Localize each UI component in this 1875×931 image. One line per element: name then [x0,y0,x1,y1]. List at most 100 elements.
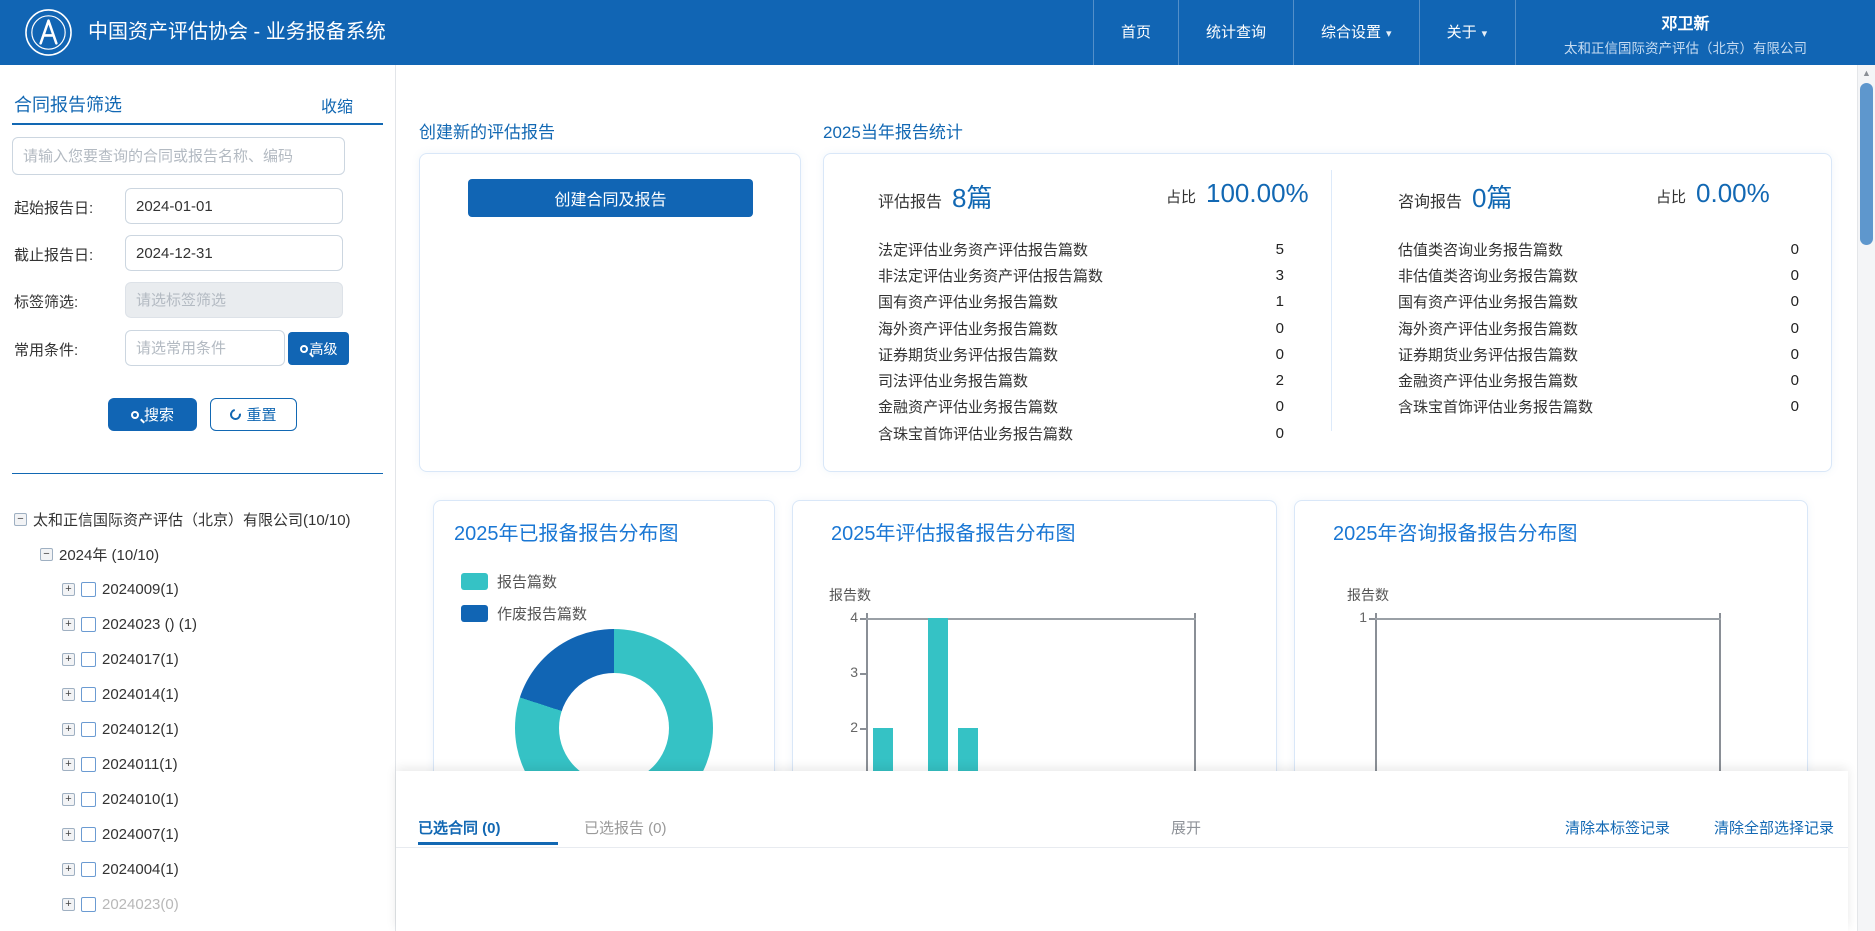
tree-node-contract[interactable]: + 2024011(1) [0,747,396,782]
stats-section-title: 2025当年报告统计 [823,118,963,143]
tree-node-contract[interactable]: + 2024010(1) [0,782,396,817]
y-tick-mark [860,728,866,730]
clear-tab-records-link[interactable]: 清除本标签记录 [1565,817,1670,838]
nav-about-dropdown[interactable]: 关于▾ [1419,0,1515,65]
stat-row: 司法评估业务报告篇数2 [878,367,1284,393]
refresh-icon [228,407,243,422]
collapse-node-icon[interactable]: − [14,513,27,526]
selection-footer-bar: 已选合同 (0) 已选报告 (0) 展开 清除本标签记录 清除全部选择记录 [396,771,1848,931]
tree-checkbox[interactable] [81,862,96,877]
tree-checkbox[interactable] [81,757,96,772]
assessment-ratio: 占比 100.00% [1166,178,1309,209]
top-gridline [1375,618,1721,620]
stat-row: 证券期货业务评估报告篇数0 [878,341,1284,367]
filter-panel-title: 合同报告筛选 [14,91,122,117]
tree-node-contract[interactable]: + 2024009(1) [0,572,396,607]
expand-node-icon[interactable]: + [62,793,75,806]
tree-node-contract[interactable]: + 2024023 () (1) [0,607,396,642]
clear-all-selection-link[interactable]: 清除全部选择记录 [1714,817,1834,838]
divider [1331,170,1332,431]
tree-checkbox[interactable] [81,827,96,842]
tree-node-contract[interactable]: + 2024004(1) [0,852,396,887]
common-condition-input[interactable] [125,330,285,366]
expand-node-icon[interactable]: + [62,583,75,596]
expand-node-icon[interactable]: + [62,723,75,736]
consulting-bar-chart-panel: 2025年咨询报备报告分布图 报告数 1 [1294,500,1808,800]
start-date-label: 起始报告日: [14,197,93,218]
user-info[interactable]: 邓卫新 太和正信国际资产评估（北京）有限公司 [1515,0,1855,65]
stat-row: 非估值类咨询业务报告篇数0 [1398,262,1799,288]
y-tick-mark [1369,618,1375,620]
tree-node-contract[interactable]: + 2024012(1) [0,712,396,747]
y-tick-label: 1 [1345,609,1367,625]
nav-home[interactable]: 首页 [1093,0,1178,65]
assessment-bar-chart-plot: 4 3 2 [793,501,1276,799]
tree-node-year[interactable]: − 2024年 (10/10) [0,537,396,572]
keyword-search-input[interactable] [12,137,345,175]
tree-node-contract-disabled[interactable]: + 2024023(0) [0,887,396,922]
end-date-input[interactable] [125,235,343,271]
tag-filter-input[interactable] [125,282,343,318]
stat-row: 法定评估业务资产评估报告篇数5 [878,236,1284,262]
y-tick-label: 2 [836,719,858,735]
cas-logo-icon [24,8,73,57]
create-contract-report-button[interactable]: 创建合同及报告 [468,179,753,217]
assessment-stat-rows: 法定评估业务资产评估报告篇数5 非法定评估业务资产评估报告篇数3 国有资产评估业… [878,236,1284,446]
reset-button[interactable]: 重置 [210,398,297,431]
stat-row: 海外资产评估业务报告篇数0 [1398,315,1799,341]
user-name: 邓卫新 [1516,10,1855,34]
search-icon [300,345,308,353]
y-tick-mark [860,673,866,675]
tree-checkbox[interactable] [81,652,96,667]
advanced-search-button[interactable]: 高级 [288,332,349,365]
contract-tree: − 太和正信国际资产评估（北京）有限公司(10/10) − 2024年 (10/… [0,502,396,922]
tree-node-contract[interactable]: + 2024017(1) [0,642,396,677]
stat-row: 金融资产评估业务报告篇数0 [878,394,1284,420]
expand-node-icon[interactable]: + [62,863,75,876]
tab-selected-contracts[interactable]: 已选合同 (0) [418,817,501,838]
tree-checkbox[interactable] [81,792,96,807]
vertical-scrollbar[interactable]: ▲ [1857,65,1875,931]
tree-checkbox[interactable] [81,897,96,912]
legend-void-report-count: 作废报告篇数 [461,603,587,624]
consulting-ratio: 占比 0.00% [1656,178,1770,209]
expand-node-icon[interactable]: + [62,898,75,911]
expand-node-icon[interactable]: + [62,758,75,771]
search-button[interactable]: 搜索 [108,398,197,431]
active-tab-underline [418,842,558,845]
tree-checkbox[interactable] [81,722,96,737]
tag-filter-label: 标签筛选: [14,291,78,312]
expand-button[interactable]: 展开 [1171,817,1201,838]
expand-node-icon[interactable]: + [62,688,75,701]
y-tick-mark [860,618,866,620]
create-report-panel: 创建合同及报告 [419,153,801,472]
header: 中国资产评估协会 - 业务报备系统 首页 统计查询 综合设置▾ 关于▾ 邓卫新 … [0,0,1875,65]
tree-node-contract[interactable]: + 2024014(1) [0,677,396,712]
tree-checkbox[interactable] [81,687,96,702]
legend-swatch [461,605,488,622]
tree-node-company[interactable]: − 太和正信国际资产评估（北京）有限公司(10/10) [0,502,396,537]
stat-row: 含珠宝首饰评估业务报告篇数0 [1398,394,1799,420]
stat-row: 海外资产评估业务报告篇数0 [878,315,1284,341]
nav-settings-dropdown[interactable]: 综合设置▾ [1293,0,1419,65]
reported-distribution-chart-panel: 2025年已报备报告分布图 报告篇数 作废报告篇数 [433,500,775,800]
tree-checkbox[interactable] [81,617,96,632]
tab-selected-reports[interactable]: 已选报告 (0) [584,817,667,838]
scroll-up-arrow-icon[interactable]: ▲ [1858,68,1875,78]
expand-node-icon[interactable]: + [62,618,75,631]
expand-node-icon[interactable]: + [62,828,75,841]
nav-statistics[interactable]: 统计查询 [1178,0,1293,65]
chevron-down-icon: ▾ [1482,28,1488,40]
y-tick-label: 4 [836,609,858,625]
start-date-input[interactable] [125,188,343,224]
expand-node-icon[interactable]: + [62,653,75,666]
legend-swatch [461,573,488,590]
main-nav: 首页 统计查询 综合设置▾ 关于▾ [1093,0,1514,65]
collapse-node-icon[interactable]: − [40,548,53,561]
collapse-button[interactable]: 收缩 [321,93,353,117]
tree-node-contract[interactable]: + 2024007(1) [0,817,396,852]
scrollbar-thumb[interactable] [1860,83,1873,245]
donut-hole [559,673,669,783]
y-tick-label: 3 [836,664,858,680]
tree-checkbox[interactable] [81,582,96,597]
